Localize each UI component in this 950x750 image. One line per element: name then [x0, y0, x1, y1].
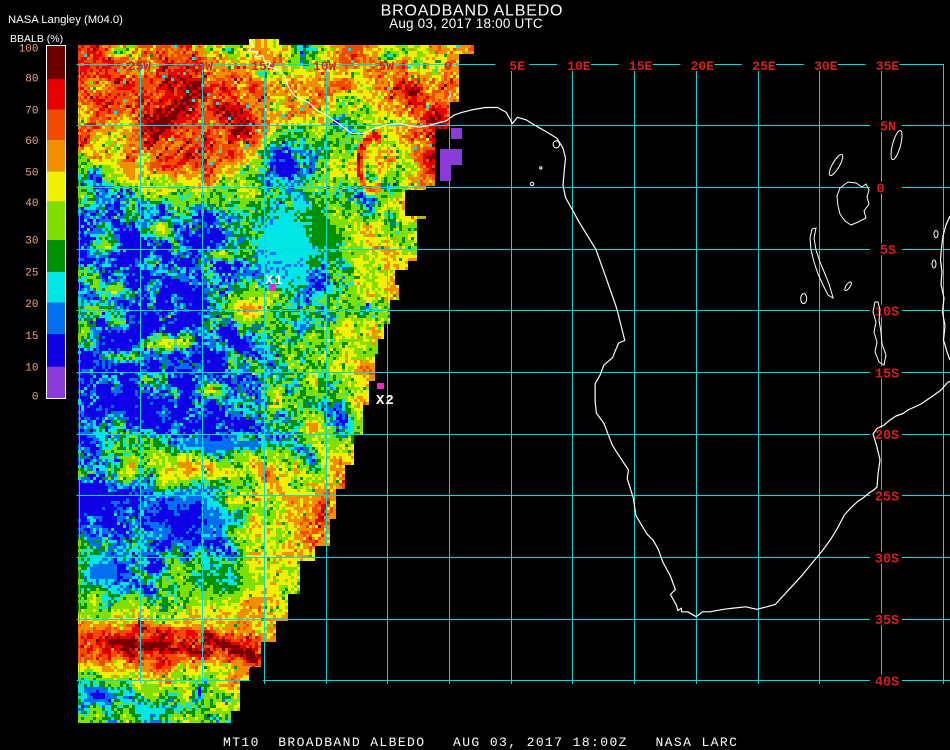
svg-text:15W: 15W [251, 59, 275, 74]
svg-text:25S: 25S [875, 491, 899, 506]
svg-text:30E: 30E [814, 59, 838, 74]
svg-text:NASA Langley (M04.0): NASA Langley (M04.0) [8, 14, 123, 26]
svg-text:60: 60 [25, 136, 38, 148]
svg-text:10W: 10W [313, 59, 337, 74]
svg-text:20S: 20S [875, 429, 899, 444]
svg-text:BBALB (%): BBALB (%) [10, 33, 63, 45]
svg-text:0: 0 [444, 59, 452, 74]
svg-text:10E: 10E [567, 59, 591, 74]
svg-text:5S: 5S [880, 244, 896, 259]
svg-text:X1: X1 [265, 273, 284, 289]
svg-text:25: 25 [25, 267, 38, 279]
svg-text:20W: 20W [189, 59, 213, 74]
svg-text:15E: 15E [629, 59, 653, 74]
svg-text:30S: 30S [875, 552, 899, 567]
svg-text:40S: 40S [875, 676, 899, 691]
svg-text:70: 70 [25, 105, 38, 117]
svg-text:20E: 20E [691, 59, 715, 74]
svg-text:15S: 15S [875, 367, 899, 382]
svg-text:X2: X2 [376, 393, 395, 409]
svg-text:50: 50 [25, 167, 38, 179]
svg-text:5N: 5N [880, 121, 896, 136]
svg-text:35S: 35S [875, 614, 899, 629]
svg-text:5E: 5E [509, 59, 525, 74]
svg-text:0: 0 [32, 392, 39, 404]
svg-text:15: 15 [25, 331, 38, 343]
svg-text:5W: 5W [378, 59, 394, 74]
svg-text:35E: 35E [876, 59, 900, 74]
svg-text:25W: 25W [128, 59, 152, 74]
svg-text:10S: 10S [875, 306, 899, 321]
svg-text:40: 40 [25, 198, 38, 210]
svg-text:MT10 BROADBAND ALBEDO AUG 0: MT10 BROADBAND ALBEDO AUG 03, 2017 18:00… [223, 735, 738, 750]
svg-text:30: 30 [25, 236, 38, 248]
svg-text:Aug 03, 2017 18:00 UTC: Aug 03, 2017 18:00 UTC [389, 16, 543, 31]
svg-text:0: 0 [876, 182, 884, 197]
svg-text:20: 20 [25, 299, 38, 311]
svg-text:25E: 25E [752, 59, 776, 74]
svg-text:100: 100 [19, 43, 39, 55]
svg-text:80: 80 [25, 74, 38, 86]
svg-text:10: 10 [25, 363, 38, 375]
